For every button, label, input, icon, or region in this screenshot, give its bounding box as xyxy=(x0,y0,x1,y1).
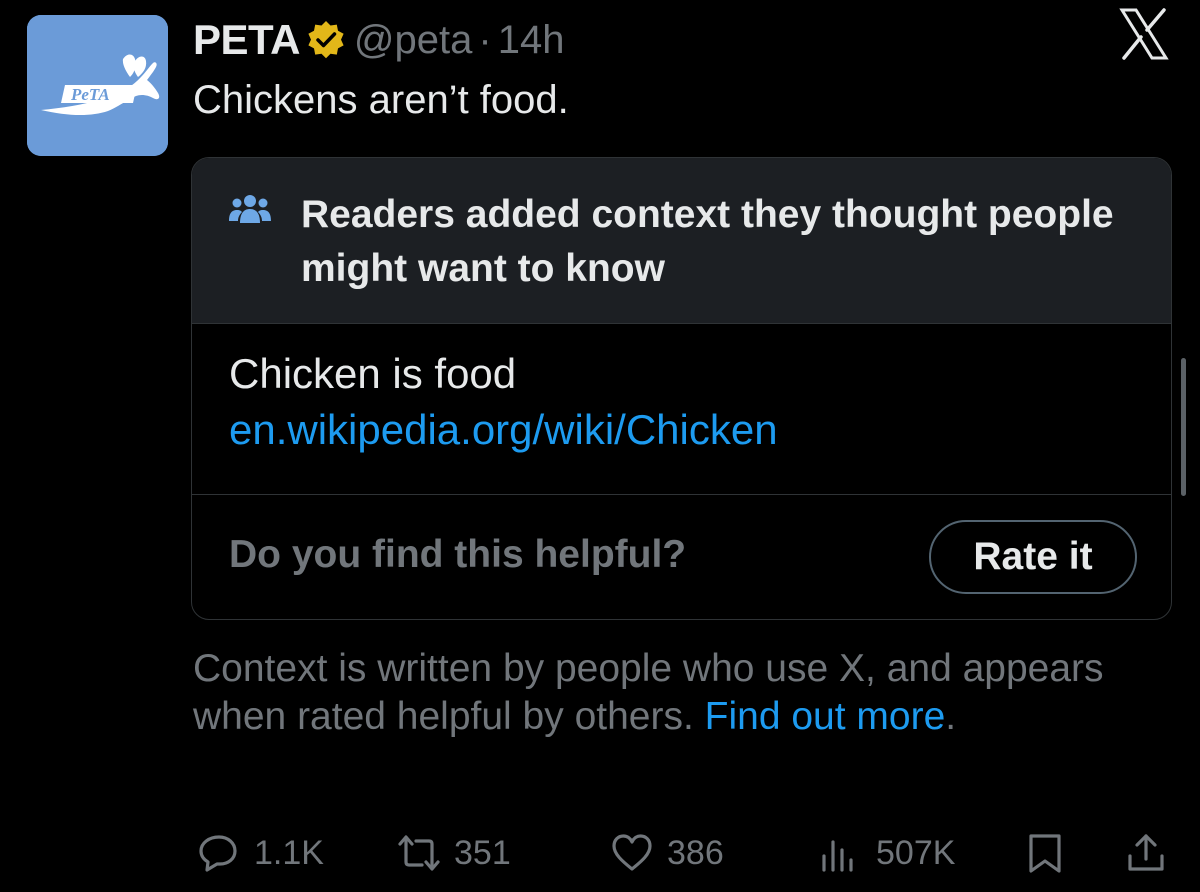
reply-button[interactable]: 1.1K xyxy=(196,826,324,880)
tweet-text: Chickens aren’t food. xyxy=(193,78,569,122)
community-note-header: Readers added context they thought peopl… xyxy=(192,158,1171,324)
repost-icon xyxy=(398,835,440,871)
community-note-text: Chicken is food xyxy=(229,350,517,397)
context-footer-period: . xyxy=(945,695,957,738)
display-name[interactable]: PETA xyxy=(193,16,300,64)
community-note-link[interactable]: en.wikipedia.org/wiki/Chicken xyxy=(229,406,778,454)
avatar[interactable]: PeTA xyxy=(27,15,168,156)
views-icon xyxy=(822,840,853,872)
reply-icon xyxy=(199,835,237,872)
community-note: Readers added context they thought peopl… xyxy=(191,157,1172,620)
reply-count: 1.1K xyxy=(254,833,324,872)
community-note-title: Readers added context they thought peopl… xyxy=(301,193,1114,290)
repost-count: 351 xyxy=(454,833,511,872)
scrollbar[interactable] xyxy=(1181,358,1186,496)
share-button[interactable] xyxy=(1123,826,1169,880)
context-footer-text: Context is written by people who use X, … xyxy=(193,647,1104,738)
helpful-question: Do you find this helpful? xyxy=(229,533,687,576)
handle[interactable]: @peta xyxy=(354,18,472,63)
community-note-body: Chicken is food en.wikipedia.org/wiki/Ch… xyxy=(192,324,1171,495)
views-button[interactable]: 507K xyxy=(818,826,955,880)
like-button[interactable]: 386 xyxy=(609,826,724,880)
repost-button[interactable]: 351 xyxy=(396,826,511,880)
svg-text:PeTA: PeTA xyxy=(70,85,110,104)
share-icon xyxy=(1128,834,1164,871)
community-note-footer: Do you find this helpful? Rate it xyxy=(192,495,1171,619)
people-icon xyxy=(228,193,272,227)
peta-logo-icon: PeTA xyxy=(27,15,168,156)
views-count: 507K xyxy=(876,833,956,872)
timestamp[interactable]: 14h xyxy=(498,18,565,63)
bookmark-icon xyxy=(1029,834,1061,873)
verified-badge-icon xyxy=(306,20,346,60)
separator: · xyxy=(478,17,492,62)
rate-it-button[interactable]: Rate it xyxy=(929,520,1137,594)
tweet-header: PETA @peta · 14h xyxy=(193,12,564,68)
like-icon xyxy=(612,834,652,871)
x-logo-icon xyxy=(1116,6,1172,62)
action-bar: 1.1K 351 386 507K xyxy=(0,826,1200,880)
context-footer: Context is written by people who use X, … xyxy=(193,645,1113,741)
bookmark-button[interactable] xyxy=(1022,826,1068,880)
like-count: 386 xyxy=(667,833,724,872)
find-out-more-link[interactable]: Find out more xyxy=(705,695,946,738)
